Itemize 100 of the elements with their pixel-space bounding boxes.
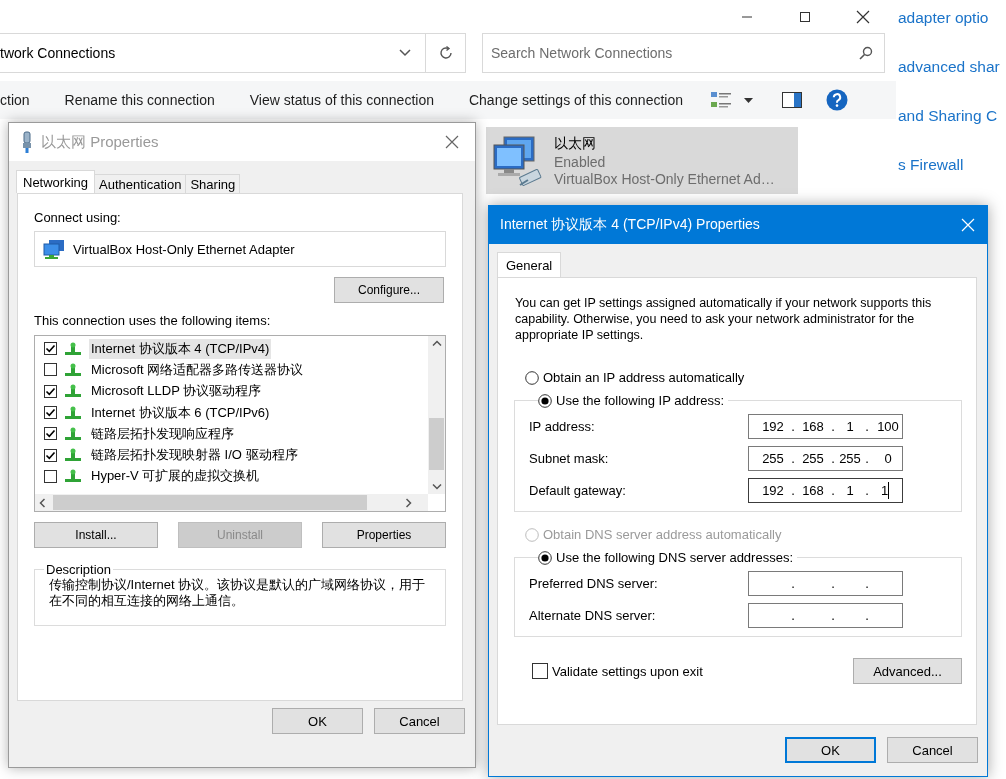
close-button[interactable]: [961, 218, 975, 232]
view-options-icon: [710, 90, 732, 110]
octet-separator: .: [790, 451, 796, 466]
ip-address-field[interactable]: . . .: [748, 603, 903, 628]
network-component-icon: [64, 362, 82, 377]
component-item[interactable]: Microsoft LLDP 协议驱动程序: [89, 381, 264, 402]
octet-separator: .: [830, 608, 836, 623]
dialog-button[interactable]: Properties: [322, 522, 446, 548]
toolbar-command[interactable]: Change settings of this connection: [468, 92, 683, 108]
vertical-scrollbar[interactable]: [428, 336, 445, 494]
radio-button[interactable]: [525, 370, 539, 385]
group-title: Description: [45, 562, 113, 577]
dialog-button[interactable]: OK: [785, 737, 876, 763]
network-component-icon: [64, 426, 82, 441]
refresh-icon: [437, 45, 454, 61]
field-label: Alternate DNS server:: [529, 608, 657, 623]
network-component-icon: [64, 341, 82, 356]
connection-device: VirtualBox Host-Only Ethernet Ad…: [554, 170, 775, 187]
octet-text: 0: [883, 451, 893, 466]
view-options-button[interactable]: [710, 90, 732, 110]
network-component-icon: [64, 448, 82, 463]
component-item[interactable]: Internet 协议版本 4 (TCP/IPv4): [89, 338, 272, 359]
component-item[interactable]: Microsoft 网络适配器多路传送器协议: [89, 359, 306, 380]
ip-address-field[interactable]: 192 . 168 . 1 . 100: [748, 414, 903, 439]
octet-text: 168: [801, 419, 825, 434]
tab[interactable]: Sharing: [185, 174, 241, 193]
task-link[interactable]: and Sharing C: [898, 106, 1006, 126]
ip-address-field[interactable]: 192 . 168 . 1 . 1: [748, 478, 903, 503]
address-bar[interactable]: twork Connections: [0, 33, 466, 73]
octet-separator: .: [830, 451, 836, 466]
tab[interactable]: General: [497, 252, 562, 277]
task-link[interactable]: adapter optio: [898, 8, 1006, 28]
connection-item[interactable]: 以太网 Enabled VirtualBox Host-Only Ethernet Ad…: [486, 127, 798, 194]
window-title: Internet 协议版本 4 (TCP/IPv4) Properties: [500, 216, 761, 234]
view-menu-button[interactable]: [744, 97, 753, 103]
search-field[interactable]: Search Network Connections: [482, 33, 885, 73]
field-label: IP address:: [529, 419, 596, 434]
task-link[interactable]: advanced shar: [898, 57, 1006, 77]
component-item[interactable]: 链路层拓扑发现响应程序: [89, 423, 236, 444]
window-title: 以太网 Properties: [41, 132, 160, 152]
field-label: This connection uses the following items:: [34, 313, 272, 328]
field-label: Connect using:: [34, 210, 122, 225]
scroll-left-icon: [39, 497, 45, 508]
option-label: Use the following IP address:: [556, 393, 725, 408]
checkbox[interactable]: [44, 427, 57, 441]
component-item[interactable]: Internet 协议版本 6 (TCP/IPv6): [89, 402, 272, 423]
octet-separator: .: [864, 483, 870, 498]
close-icon: [856, 9, 870, 24]
octet-separator: .: [830, 419, 836, 434]
option-label: Use the following DNS server addresses:: [556, 550, 793, 565]
radio-button[interactable]: [538, 550, 552, 565]
help-icon: [826, 89, 848, 111]
octet-text: 255: [801, 451, 825, 466]
ip-address-field[interactable]: 255 . 255 . 255 . 0: [748, 446, 903, 471]
scroll-up-icon: [431, 340, 442, 346]
octet-text: 1: [873, 482, 890, 499]
network-adapter-icon: [43, 239, 65, 259]
octet-text: 255: [761, 451, 785, 466]
close-icon: [445, 135, 459, 149]
octet-separator: .: [864, 576, 870, 591]
preview-pane-button[interactable]: [782, 92, 802, 108]
checkbox[interactable]: [44, 363, 57, 377]
caret-icon: [744, 97, 753, 103]
connection-name: 以太网: [554, 134, 597, 153]
checkbox[interactable]: [44, 384, 57, 398]
component-item[interactable]: Hyper-V 可扩展的虚拟交换机: [89, 466, 262, 487]
octet-text: 192: [761, 419, 785, 434]
toolbar-command[interactable]: Rename this connection: [64, 92, 215, 108]
task-link[interactable]: s Firewall: [898, 155, 1006, 175]
octet-separator: .: [790, 576, 796, 591]
dialog-button[interactable]: Install...: [34, 522, 158, 548]
field-label: Preferred DNS server:: [529, 576, 659, 591]
checkbox[interactable]: [44, 448, 57, 462]
advanced-button[interactable]: Advanced...: [853, 658, 962, 684]
toolbar-command[interactable]: ction: [0, 92, 30, 108]
dialog-button[interactable]: Cancel: [374, 708, 465, 734]
octet-separator: .: [790, 419, 796, 434]
dialog-button[interactable]: OK: [272, 708, 363, 734]
checkbox[interactable]: [532, 663, 548, 679]
dialog-button[interactable]: Cancel: [887, 737, 978, 763]
tab[interactable]: Networking: [16, 170, 96, 193]
octet-separator: .: [864, 608, 870, 623]
component-item[interactable]: 链路层拓扑发现映射器 I/O 驱动程序: [89, 445, 300, 466]
radio-button[interactable]: [538, 393, 552, 408]
octet-separator: .: [790, 608, 796, 623]
checkbox[interactable]: [44, 469, 57, 483]
horizontal-scrollbar[interactable]: [35, 494, 428, 511]
toolbar-command[interactable]: View status of this connection: [249, 92, 434, 108]
octet-separator: .: [830, 576, 836, 591]
scroll-right-icon: [406, 497, 412, 508]
octet-text: 1: [845, 419, 855, 434]
help-button[interactable]: [826, 89, 848, 111]
checkbox[interactable]: [44, 342, 57, 356]
configure-button[interactable]: Configure...: [334, 277, 444, 303]
field-label: Subnet mask:: [529, 451, 610, 466]
checkbox[interactable]: [44, 406, 57, 420]
octet-text: 168: [801, 483, 825, 498]
network-component-icon: [64, 405, 82, 420]
ip-address-field[interactable]: . . .: [748, 571, 903, 596]
network-component-icon: [64, 384, 82, 399]
